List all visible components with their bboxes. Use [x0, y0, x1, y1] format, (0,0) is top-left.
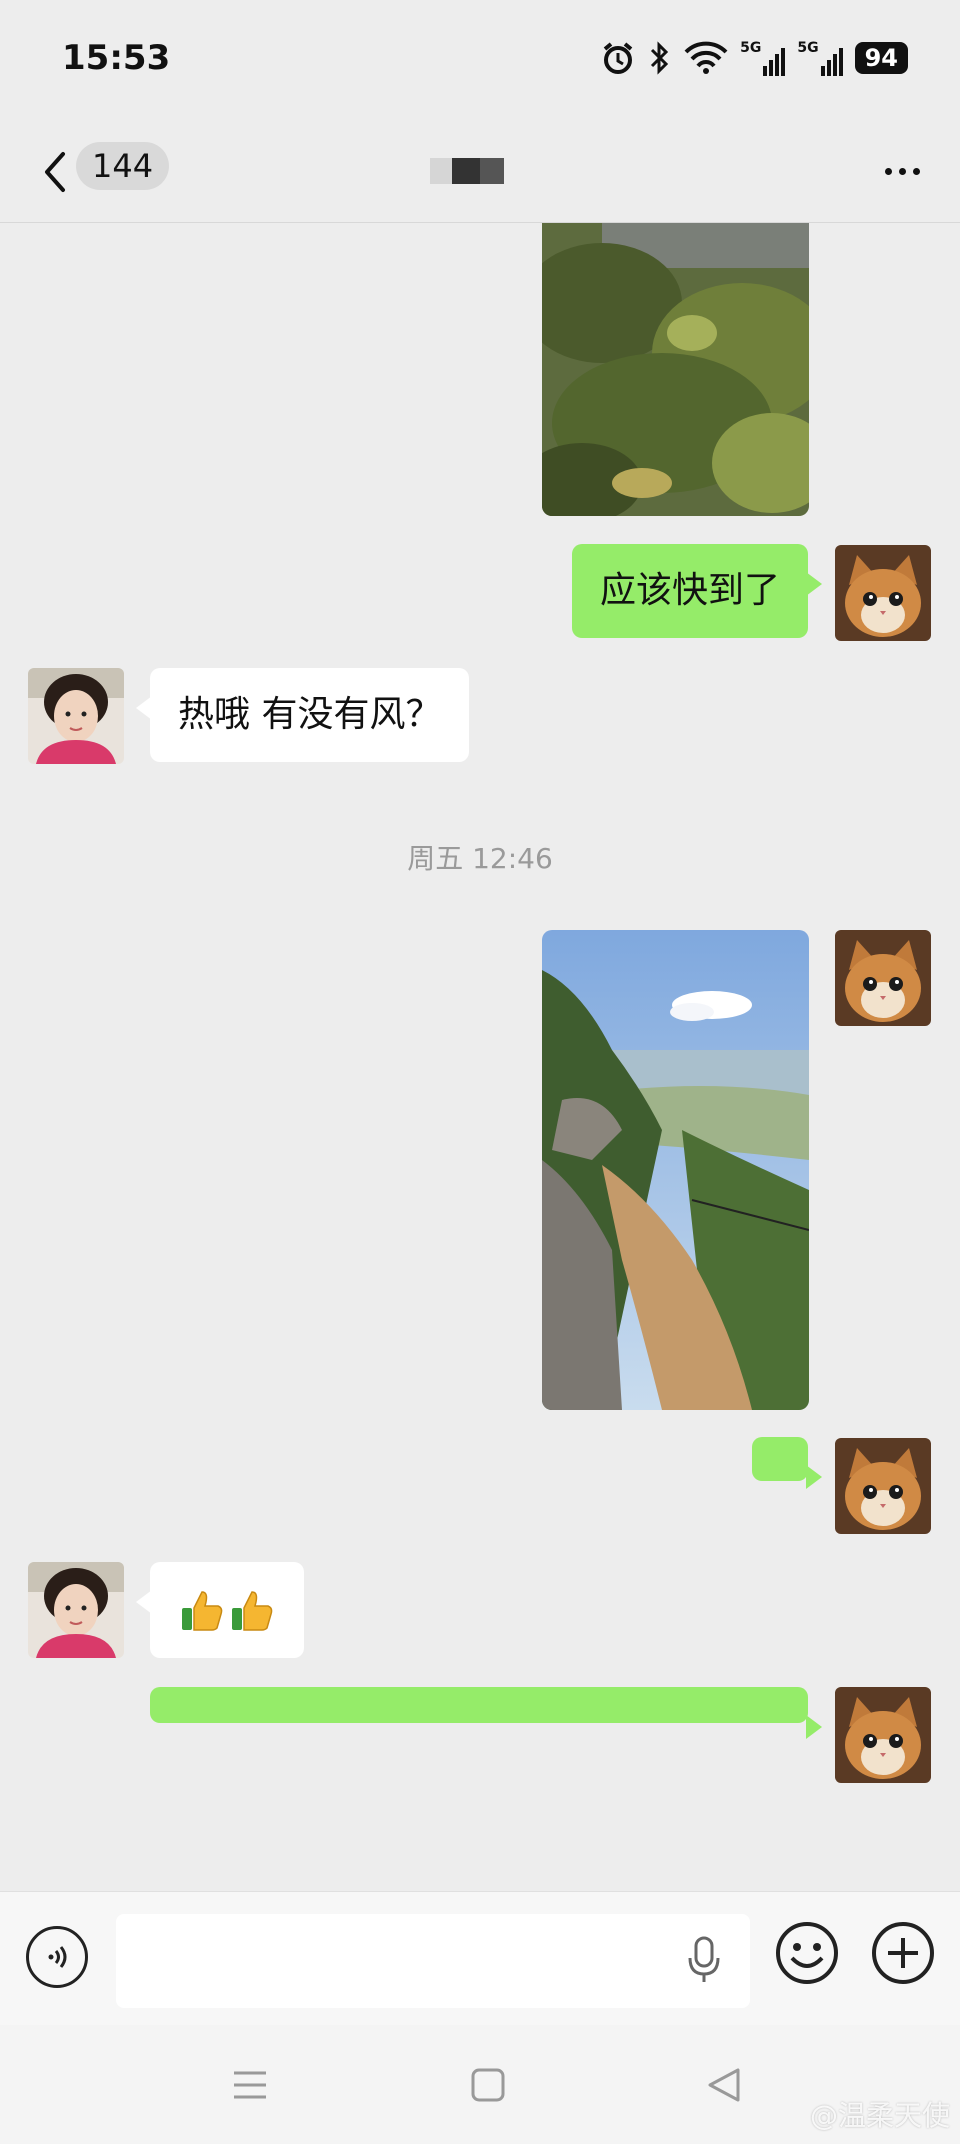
- message-bubble-outgoing[interactable]: 应该快到了: [571, 544, 823, 638]
- voice-toggle-button[interactable]: [26, 1926, 88, 1988]
- message-bubble-outgoing[interactable]: [150, 1687, 822, 1739]
- microphone-icon[interactable]: [684, 1932, 724, 1988]
- cat-avatar-image: [835, 545, 931, 641]
- my-avatar[interactable]: [835, 930, 931, 1026]
- my-avatar[interactable]: [835, 1438, 931, 1534]
- voice-icon: [48, 1946, 67, 1968]
- more-options-button[interactable]: [874, 148, 930, 194]
- bluetooth-icon: [651, 41, 669, 75]
- woman-avatar-image: [28, 668, 124, 764]
- alarm-icon: [603, 42, 633, 74]
- system-navigation-bar: @温柔天使: [0, 2025, 960, 2144]
- contact-avatar[interactable]: [28, 1562, 124, 1658]
- battery-indicator: 94: [854, 42, 908, 74]
- emoji-button[interactable]: [774, 1920, 840, 1986]
- status-time: 15:53: [62, 38, 171, 78]
- video-thumbnail-message[interactable]: [542, 930, 809, 1410]
- mountain-path-image: [542, 930, 809, 1410]
- more-dot: [898, 167, 906, 175]
- more-functions-button[interactable]: [870, 1920, 936, 1986]
- woman-avatar-image: [28, 1562, 124, 1658]
- message-text: 应该快到了: [599, 570, 780, 611]
- signal-5g-2: 5G: [797, 40, 843, 76]
- chat-title-blurred: [430, 158, 504, 184]
- thumbs-up-icon: [182, 1591, 223, 1631]
- status-bar: 15:53 5G 5G 94: [0, 0, 960, 120]
- home-icon[interactable]: [468, 2065, 508, 2105]
- my-avatar[interactable]: [835, 545, 931, 641]
- message-timestamp: 周五 12:46: [407, 842, 553, 875]
- back-button[interactable]: [30, 144, 80, 200]
- photo-message[interactable]: [542, 223, 809, 516]
- back-triangle-icon[interactable]: [704, 2065, 744, 2105]
- wifi-icon: [684, 41, 728, 74]
- status-icons: 5G 5G 94: [600, 40, 908, 76]
- signal-5g-1: 5G: [740, 40, 786, 76]
- message-bubble-incoming[interactable]: 热哦 有没有风？: [135, 668, 470, 762]
- menu-icon[interactable]: [230, 2065, 270, 2105]
- chevron-left-icon: [45, 152, 65, 192]
- my-avatar[interactable]: [835, 1687, 931, 1783]
- watermark: @温柔天使: [809, 2099, 950, 2132]
- message-bubble-outgoing[interactable]: [752, 1437, 822, 1489]
- cat-avatar-image: [835, 1438, 931, 1534]
- message-text: 热哦 有没有风？: [178, 694, 442, 735]
- contact-avatar[interactable]: [28, 668, 124, 764]
- chat-input-bar: [0, 1891, 960, 2026]
- chat-header: 144: [0, 120, 960, 223]
- photo-vegetation: [542, 223, 809, 516]
- cat-avatar-image: [835, 1687, 931, 1783]
- more-dot: [884, 167, 892, 175]
- more-dot: [912, 167, 920, 175]
- cat-avatar-image: [835, 930, 931, 1026]
- message-input[interactable]: [116, 1914, 750, 2008]
- thumbs-up-icon: [232, 1591, 273, 1631]
- signal-label: 5G: [797, 40, 819, 56]
- message-bubble-incoming[interactable]: [136, 1562, 304, 1658]
- unread-count-badge[interactable]: 144: [76, 142, 170, 190]
- message-list[interactable]: 应该快到了 热哦 有没有风？ 周五 12:46: [0, 223, 960, 1891]
- signal-label: 5G: [740, 40, 762, 56]
